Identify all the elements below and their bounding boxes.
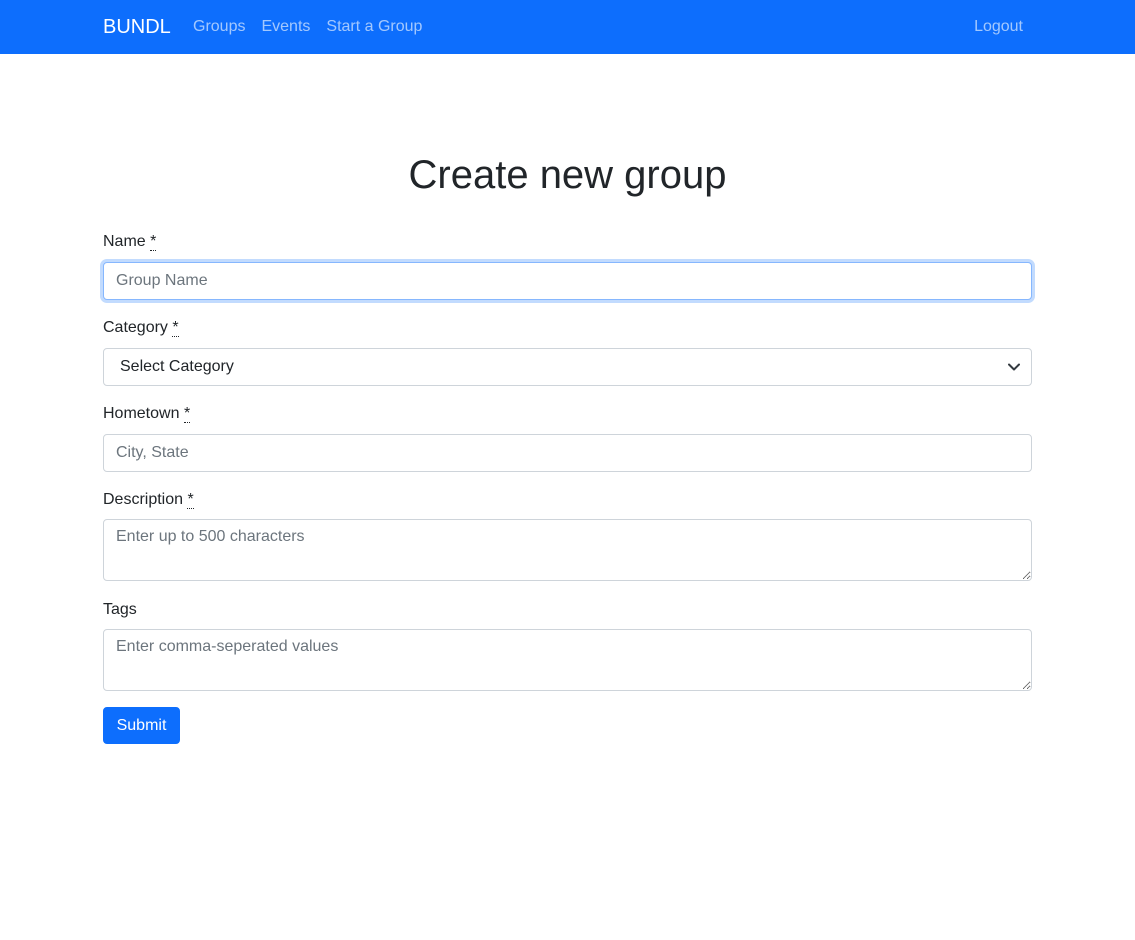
hometown-input[interactable] <box>103 434 1032 472</box>
required-marker: * <box>183 405 191 423</box>
nav-link-start-a-group[interactable]: Start a Group <box>326 0 422 54</box>
logout-link[interactable]: Logout <box>974 0 1023 54</box>
description-label-text: Description <box>103 491 184 508</box>
top-navbar: BUNDL Groups Events Start a Group Logout <box>0 0 1135 54</box>
category-label: Category * <box>103 317 179 339</box>
tags-label-text: Tags <box>103 601 137 618</box>
required-marker: * <box>150 233 157 251</box>
required-marker: * <box>172 319 179 337</box>
name-label-text: Name <box>103 233 146 250</box>
category-label-text: Category <box>103 319 168 336</box>
tags-label: Tags <box>103 599 137 621</box>
hometown-label: Hometown * <box>103 403 191 425</box>
nav-link-events[interactable]: Events <box>261 0 310 54</box>
category-selected-value: Select Category <box>120 358 234 375</box>
nav-links: Groups Events Start a Group <box>193 0 438 54</box>
group-name-input[interactable] <box>103 262 1032 300</box>
chevron-down-icon <box>1007 349 1021 385</box>
description-textarea[interactable] <box>103 519 1032 581</box>
brand-link[interactable]: BUNDL <box>103 0 171 54</box>
nav-link-groups[interactable]: Groups <box>193 0 245 54</box>
category-select[interactable]: Select Category <box>103 348 1032 386</box>
submit-button[interactable]: Submit <box>103 707 180 744</box>
description-label: Description * <box>103 489 194 511</box>
name-label: Name * <box>103 231 157 253</box>
page-title: Create new group <box>408 153 727 197</box>
required-marker: * <box>187 491 194 509</box>
tags-textarea[interactable] <box>103 629 1032 691</box>
hometown-label-text: Hometown <box>103 405 180 422</box>
